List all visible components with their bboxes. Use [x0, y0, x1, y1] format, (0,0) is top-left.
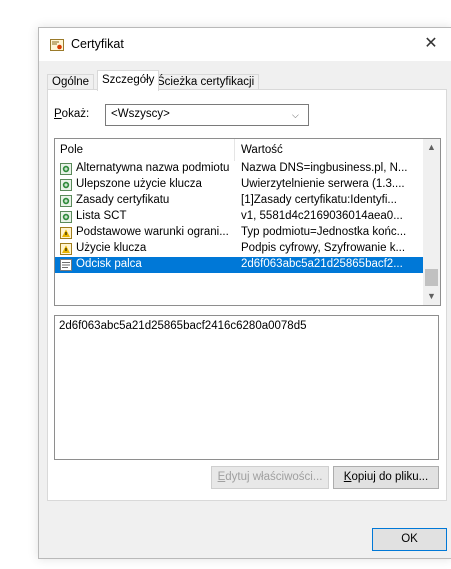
list-item[interactable]: Alternatywna nazwa podmiotu Nazwa DNS=ing…: [55, 161, 423, 177]
field-value: v1, 5581d4c2169036014aea0...: [241, 210, 403, 222]
scroll-up-icon[interactable]: ▲: [423, 139, 440, 156]
column-divider[interactable]: [234, 139, 235, 161]
column-header-value[interactable]: Wartość: [241, 144, 283, 156]
field-value: [1]Zasady certyfikatu:Identyfi...: [241, 194, 397, 206]
list-item[interactable]: Użycie klucza Podpis cyfrowy, Szyfrowanie…: [55, 241, 423, 257]
critical-extension-icon: [60, 227, 72, 239]
column-header-field[interactable]: Pole: [60, 144, 83, 156]
scroll-down-icon[interactable]: ▼: [423, 288, 440, 305]
list-item[interactable]: Lista SCT v1, 5581d4c2169036014aea0...: [55, 209, 423, 225]
field-name: Lista SCT: [76, 210, 127, 222]
details-panel: Pokaż: <Wszyscy> ⌵ Pole Wartość Alternat…: [47, 89, 447, 501]
list-item[interactable]: Ulepszone użycie klucza Uwierzytelnienie …: [55, 177, 423, 193]
dialog-title: Certyfikat: [71, 37, 124, 51]
list-scrollbar[interactable]: ▲ ▼: [423, 139, 440, 305]
field-name: Podstawowe warunki ograni...: [76, 226, 229, 238]
field-value: Typ podmiotu=Jednostka końc...: [241, 226, 407, 238]
tab-details[interactable]: Szczegóły: [97, 70, 160, 91]
title-bar[interactable]: Certyfikat ✕: [39, 28, 451, 61]
field-value: Nazwa DNS=ingbusiness.pl, N...: [241, 162, 408, 174]
certificate-icon: [50, 39, 64, 51]
field-name: Odcisk palca: [76, 258, 142, 270]
extension-icon: [60, 163, 72, 175]
edit-properties-button[interactable]: Edytuj właściwości...: [211, 466, 329, 489]
extension-icon: [60, 179, 72, 191]
show-filter-value: <Wszyscy>: [111, 108, 170, 120]
list-item[interactable]: Podstawowe warunki ograni... Typ podmiotu…: [55, 225, 423, 241]
certificate-dialog: Certyfikat ✕ Ogólne Ścieżka certyfikacji…: [38, 27, 451, 559]
close-button[interactable]: ✕: [417, 31, 445, 57]
extension-icon: [60, 211, 72, 223]
fields-list[interactable]: Pole Wartość Alternatywna nazwa podmiotu…: [54, 138, 441, 306]
field-name: Alternatywna nazwa podmiotu: [76, 162, 230, 174]
scrollbar-thumb[interactable]: [425, 269, 438, 286]
list-item[interactable]: Zasady certyfikatu [1]Zasady certyfikatu:…: [55, 193, 423, 209]
show-filter-dropdown[interactable]: <Wszyscy> ⌵: [105, 104, 309, 126]
field-name: Zasady certyfikatu: [76, 194, 170, 206]
extension-icon: [60, 195, 72, 207]
property-icon: [60, 259, 72, 271]
critical-extension-icon: [60, 243, 72, 255]
field-value: 2d6f063abc5a21d25865bacf2...: [241, 258, 403, 270]
list-item[interactable]: Odcisk palca 2d6f063abc5a21d25865bacf2...: [55, 257, 423, 273]
show-label: Pokaż:: [54, 108, 90, 120]
field-value: Uwierzytelnienie serwera (1.3....: [241, 178, 405, 190]
field-name: Użycie klucza: [76, 242, 147, 254]
field-name: Ulepszone użycie klucza: [76, 178, 202, 190]
chevron-down-icon: ⌵: [292, 110, 299, 120]
copy-to-file-button[interactable]: Kopiuj do pliku...: [333, 466, 439, 489]
ok-button[interactable]: OK: [372, 528, 447, 551]
field-value: Podpis cyfrowy, Szyfrowanie k...: [241, 242, 406, 254]
detail-value-text: 2d6f063abc5a21d25865bacf2416c6280a0078d5: [59, 320, 307, 332]
list-header: Pole Wartość: [55, 139, 423, 161]
detail-value-box[interactable]: 2d6f063abc5a21d25865bacf2416c6280a0078d5: [54, 315, 439, 460]
